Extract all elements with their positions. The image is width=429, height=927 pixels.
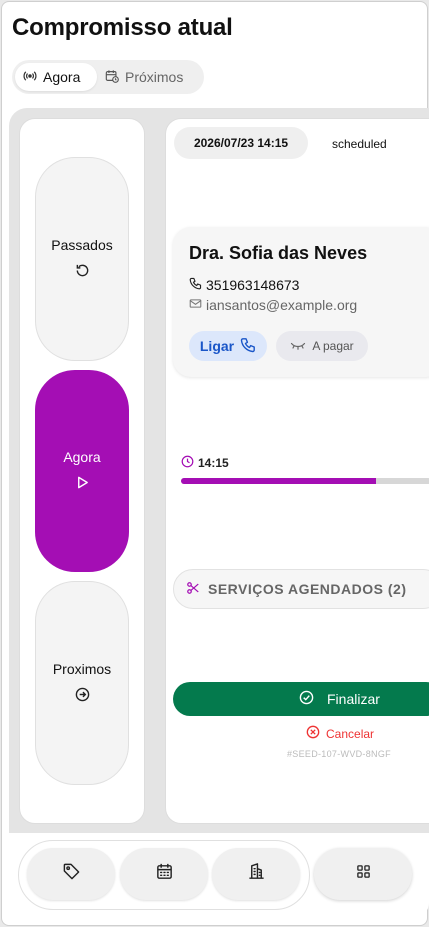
grid-icon (356, 864, 371, 884)
sidebar-item-now[interactable]: Agora (35, 370, 129, 572)
appointment-panel: 2026/07/23 14:15 scheduled Dra. Sofia da… (165, 118, 429, 824)
arrow-right-circle-icon (75, 687, 90, 705)
payment-status-label: A pagar (312, 339, 354, 353)
client-name: Dra. Sofia das Neves (189, 243, 368, 263)
cancel-button[interactable]: Cancelar (306, 725, 374, 742)
eye-closed-icon (290, 339, 306, 354)
tag-icon (62, 862, 81, 886)
appointment-code: #SEED-107-WVD-8NGF (287, 749, 391, 759)
client-card: Dra. Sofia das Neves 351963148673 iansan… (173, 227, 429, 377)
start-time-label: 14:15 (198, 456, 229, 470)
cancel-label: Cancelar (326, 726, 375, 741)
nav-menu-button[interactable] (314, 848, 412, 900)
check-circle-icon (299, 690, 314, 708)
time-sidebar: Passados Agora Proximos (19, 118, 145, 824)
toggle-now-label: Agora (43, 69, 81, 85)
progress-bar (181, 478, 429, 484)
page-title: Compromisso atual (12, 14, 233, 41)
mail-icon (189, 297, 202, 313)
client-email: iansantos@example.org (206, 297, 358, 313)
calendar-clock-icon (105, 69, 119, 86)
view-toggle: Agora Próximos (12, 60, 204, 94)
progress-fill (181, 478, 376, 484)
client-phone: 351963148673 (206, 277, 300, 293)
sidebar-item-past[interactable]: Passados (35, 157, 129, 361)
toggle-upcoming-label: Próximos (125, 69, 184, 85)
building-icon (247, 862, 266, 886)
services-section[interactable]: SERVIÇOS AGENDADOS (2) (173, 569, 429, 609)
call-button[interactable]: Ligar (189, 331, 267, 361)
play-icon (75, 475, 90, 493)
clock-icon (181, 455, 194, 471)
sidebar-item-next[interactable]: Proximos (35, 581, 129, 785)
call-button-label: Ligar (199, 338, 235, 354)
history-icon (75, 263, 90, 281)
nav-calendar-button[interactable] (120, 848, 208, 900)
sidebar-item-now-label: Agora (63, 449, 101, 465)
sidebar-item-past-label: Passados (51, 237, 113, 253)
nav-tags-button[interactable] (27, 848, 115, 900)
finalize-label: Finalizar (327, 691, 380, 707)
x-circle-icon (306, 725, 320, 742)
calendar-icon (155, 862, 174, 886)
sidebar-item-next-label: Proximos (52, 661, 112, 677)
phone-row: 351963148673 (189, 277, 299, 293)
payment-status-button[interactable]: A pagar (276, 331, 368, 361)
toggle-upcoming[interactable]: Próximos (97, 63, 191, 91)
appointment-datetime: 2026/07/23 14:15 (174, 127, 308, 159)
finalize-button[interactable]: Finalizar (173, 682, 429, 716)
nav-building-button[interactable] (212, 848, 300, 900)
scissors-icon (186, 581, 200, 598)
email-row: iansantos@example.org (189, 297, 357, 313)
toggle-now[interactable]: Agora (15, 63, 97, 91)
phone-icon (240, 337, 256, 356)
broadcast-icon (23, 69, 37, 86)
services-label: SERVIÇOS AGENDADOS (2) (208, 581, 407, 597)
phone-icon (189, 277, 202, 293)
status-badge: scheduled (332, 137, 387, 151)
start-time: 14:15 (181, 455, 229, 471)
